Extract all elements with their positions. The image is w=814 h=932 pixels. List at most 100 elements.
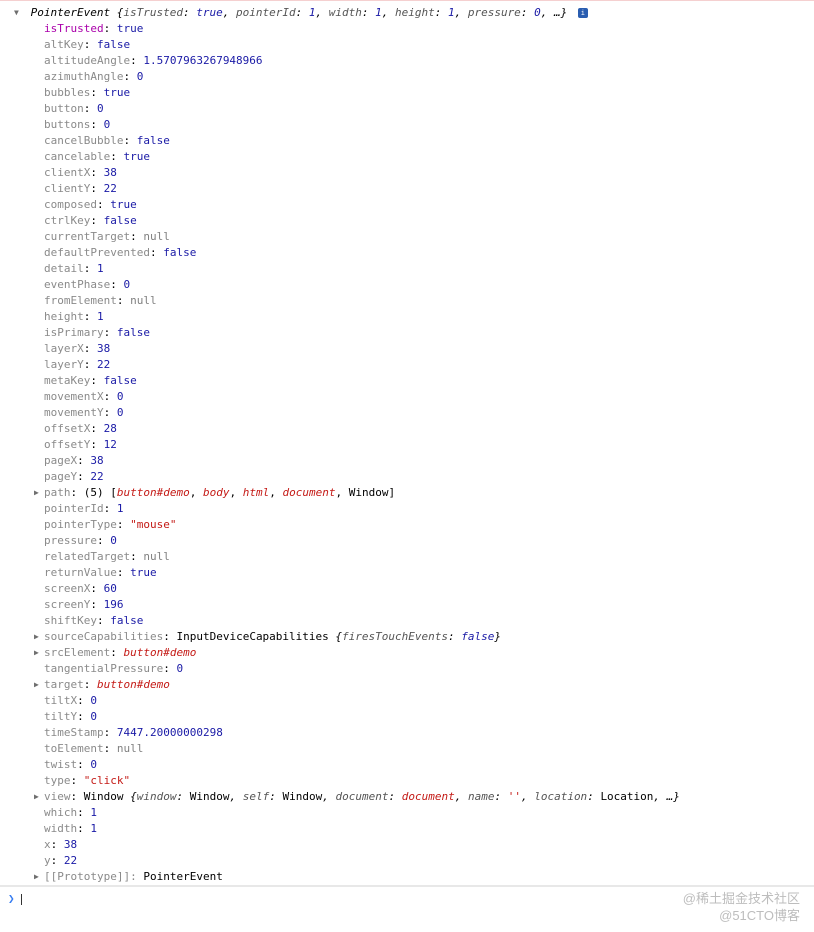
property-key: width (44, 822, 77, 835)
path-item: body (203, 486, 230, 499)
property-value: 7447.20000000298 (117, 726, 223, 739)
property-value: 38 (97, 342, 110, 355)
info-icon[interactable]: i (578, 8, 588, 18)
property-row: buttons: 0 (0, 117, 814, 133)
property-row: cancelBubble: false (0, 133, 814, 149)
console-output: PointerEvent {isTrusted: true, pointerId… (0, 0, 814, 886)
property-row: height: 1 (0, 309, 814, 325)
property-key: type (44, 774, 71, 787)
property-row: clientX: 38 (0, 165, 814, 181)
object-header[interactable]: PointerEvent {isTrusted: true, pointerId… (0, 5, 814, 21)
disclosure-triangle-right-icon[interactable] (34, 629, 44, 645)
header-key: height (395, 6, 435, 19)
property-value: 1 (117, 502, 124, 515)
property-value: 0 (176, 662, 183, 675)
property-value: true (110, 198, 137, 211)
property-row[interactable]: sourceCapabilities: InputDeviceCapabilit… (0, 629, 814, 645)
path-item: Window (349, 486, 389, 499)
property-row: ctrlKey: false (0, 213, 814, 229)
property-key: clientY (44, 182, 90, 195)
property-value: 38 (104, 166, 117, 179)
property-value: 0 (123, 278, 130, 291)
property-value: 22 (90, 470, 103, 483)
property-key: [[Prototype]] (44, 870, 130, 883)
property-row[interactable]: srcElement: button#demo (0, 645, 814, 661)
property-row: type: "click" (0, 773, 814, 789)
property-row[interactable]: [[Prototype]]: PointerEvent (0, 869, 814, 885)
path-item: document (282, 486, 335, 499)
disclosure-triangle-right-icon[interactable] (34, 869, 44, 885)
property-key: cancelBubble (44, 134, 123, 147)
property-key: x (44, 838, 51, 851)
property-key: twist (44, 758, 77, 771)
property-key: tiltY (44, 710, 77, 723)
property-row: relatedTarget: null (0, 549, 814, 565)
disclosure-triangle-down-icon[interactable] (14, 5, 24, 21)
property-value: false (137, 134, 170, 147)
header-value: 0 (534, 6, 541, 19)
path-item: html (243, 486, 270, 499)
property-key: azimuthAngle (44, 70, 123, 83)
property-row: fromElement: null (0, 293, 814, 309)
property-row: detail: 1 (0, 261, 814, 277)
property-value: 0 (90, 694, 97, 707)
property-row: metaKey: false (0, 373, 814, 389)
property-row[interactable]: view: Window {window: Window, self: Wind… (0, 789, 814, 805)
property-value: false (117, 326, 150, 339)
property-key: shiftKey (44, 614, 97, 627)
header-key: pointerId (236, 6, 296, 19)
property-key: pageX (44, 454, 77, 467)
property-value: false (97, 38, 130, 51)
property-key: layerY (44, 358, 84, 371)
property-key: pressure (44, 534, 97, 547)
property-key: altitudeAngle (44, 54, 130, 67)
property-value: 0 (117, 406, 124, 419)
property-value: 0 (137, 70, 144, 83)
property-key: movementY (44, 406, 104, 419)
property-row: clientY: 22 (0, 181, 814, 197)
property-row: screenY: 196 (0, 597, 814, 613)
disclosure-triangle-right-icon[interactable] (34, 645, 44, 661)
disclosure-triangle-right-icon[interactable] (34, 677, 44, 693)
property-value: button#demo (123, 646, 196, 659)
property-value: 22 (64, 854, 77, 867)
property-value: 12 (104, 438, 117, 451)
property-value: false (104, 374, 137, 387)
property-row: bubbles: true (0, 85, 814, 101)
property-list: isTrusted: truealtKey: falsealtitudeAngl… (0, 21, 814, 885)
header-key: isTrusted (123, 6, 183, 19)
property-value: 0 (97, 102, 104, 115)
property-row: pageX: 38 (0, 453, 814, 469)
property-row: x: 38 (0, 837, 814, 853)
property-row: tiltY: 0 (0, 709, 814, 725)
property-row: shiftKey: false (0, 613, 814, 629)
console-prompt[interactable]: ❯ (0, 886, 814, 911)
property-row: movementX: 0 (0, 389, 814, 405)
property-value: false (163, 246, 196, 259)
property-row: altitudeAngle: 1.5707963267948966 (0, 53, 814, 69)
property-key: button (44, 102, 84, 115)
header-value: true (196, 6, 223, 19)
header-key: width (329, 6, 362, 19)
disclosure-triangle-right-icon[interactable] (34, 789, 44, 805)
property-value: false (104, 214, 137, 227)
property-key: clientX (44, 166, 90, 179)
property-key: pageY (44, 470, 77, 483)
property-row[interactable]: target: button#demo (0, 677, 814, 693)
property-key: composed (44, 198, 97, 211)
property-value: true (104, 86, 131, 99)
property-key: tangentialPressure (44, 662, 163, 675)
disclosure-triangle-right-icon[interactable] (34, 485, 44, 501)
property-value: 38 (90, 454, 103, 467)
property-row: cancelable: true (0, 149, 814, 165)
property-value: PointerEvent (143, 870, 222, 883)
property-row: width: 1 (0, 821, 814, 837)
property-row: composed: true (0, 197, 814, 213)
property-key: offsetX (44, 422, 90, 435)
header-value: 1 (448, 6, 455, 19)
property-key: timeStamp (44, 726, 104, 739)
property-value: "click" (84, 774, 130, 787)
property-row[interactable]: path: (5) [button#demo, body, html, docu… (0, 485, 814, 501)
property-row: azimuthAngle: 0 (0, 69, 814, 85)
property-value: 22 (104, 182, 117, 195)
